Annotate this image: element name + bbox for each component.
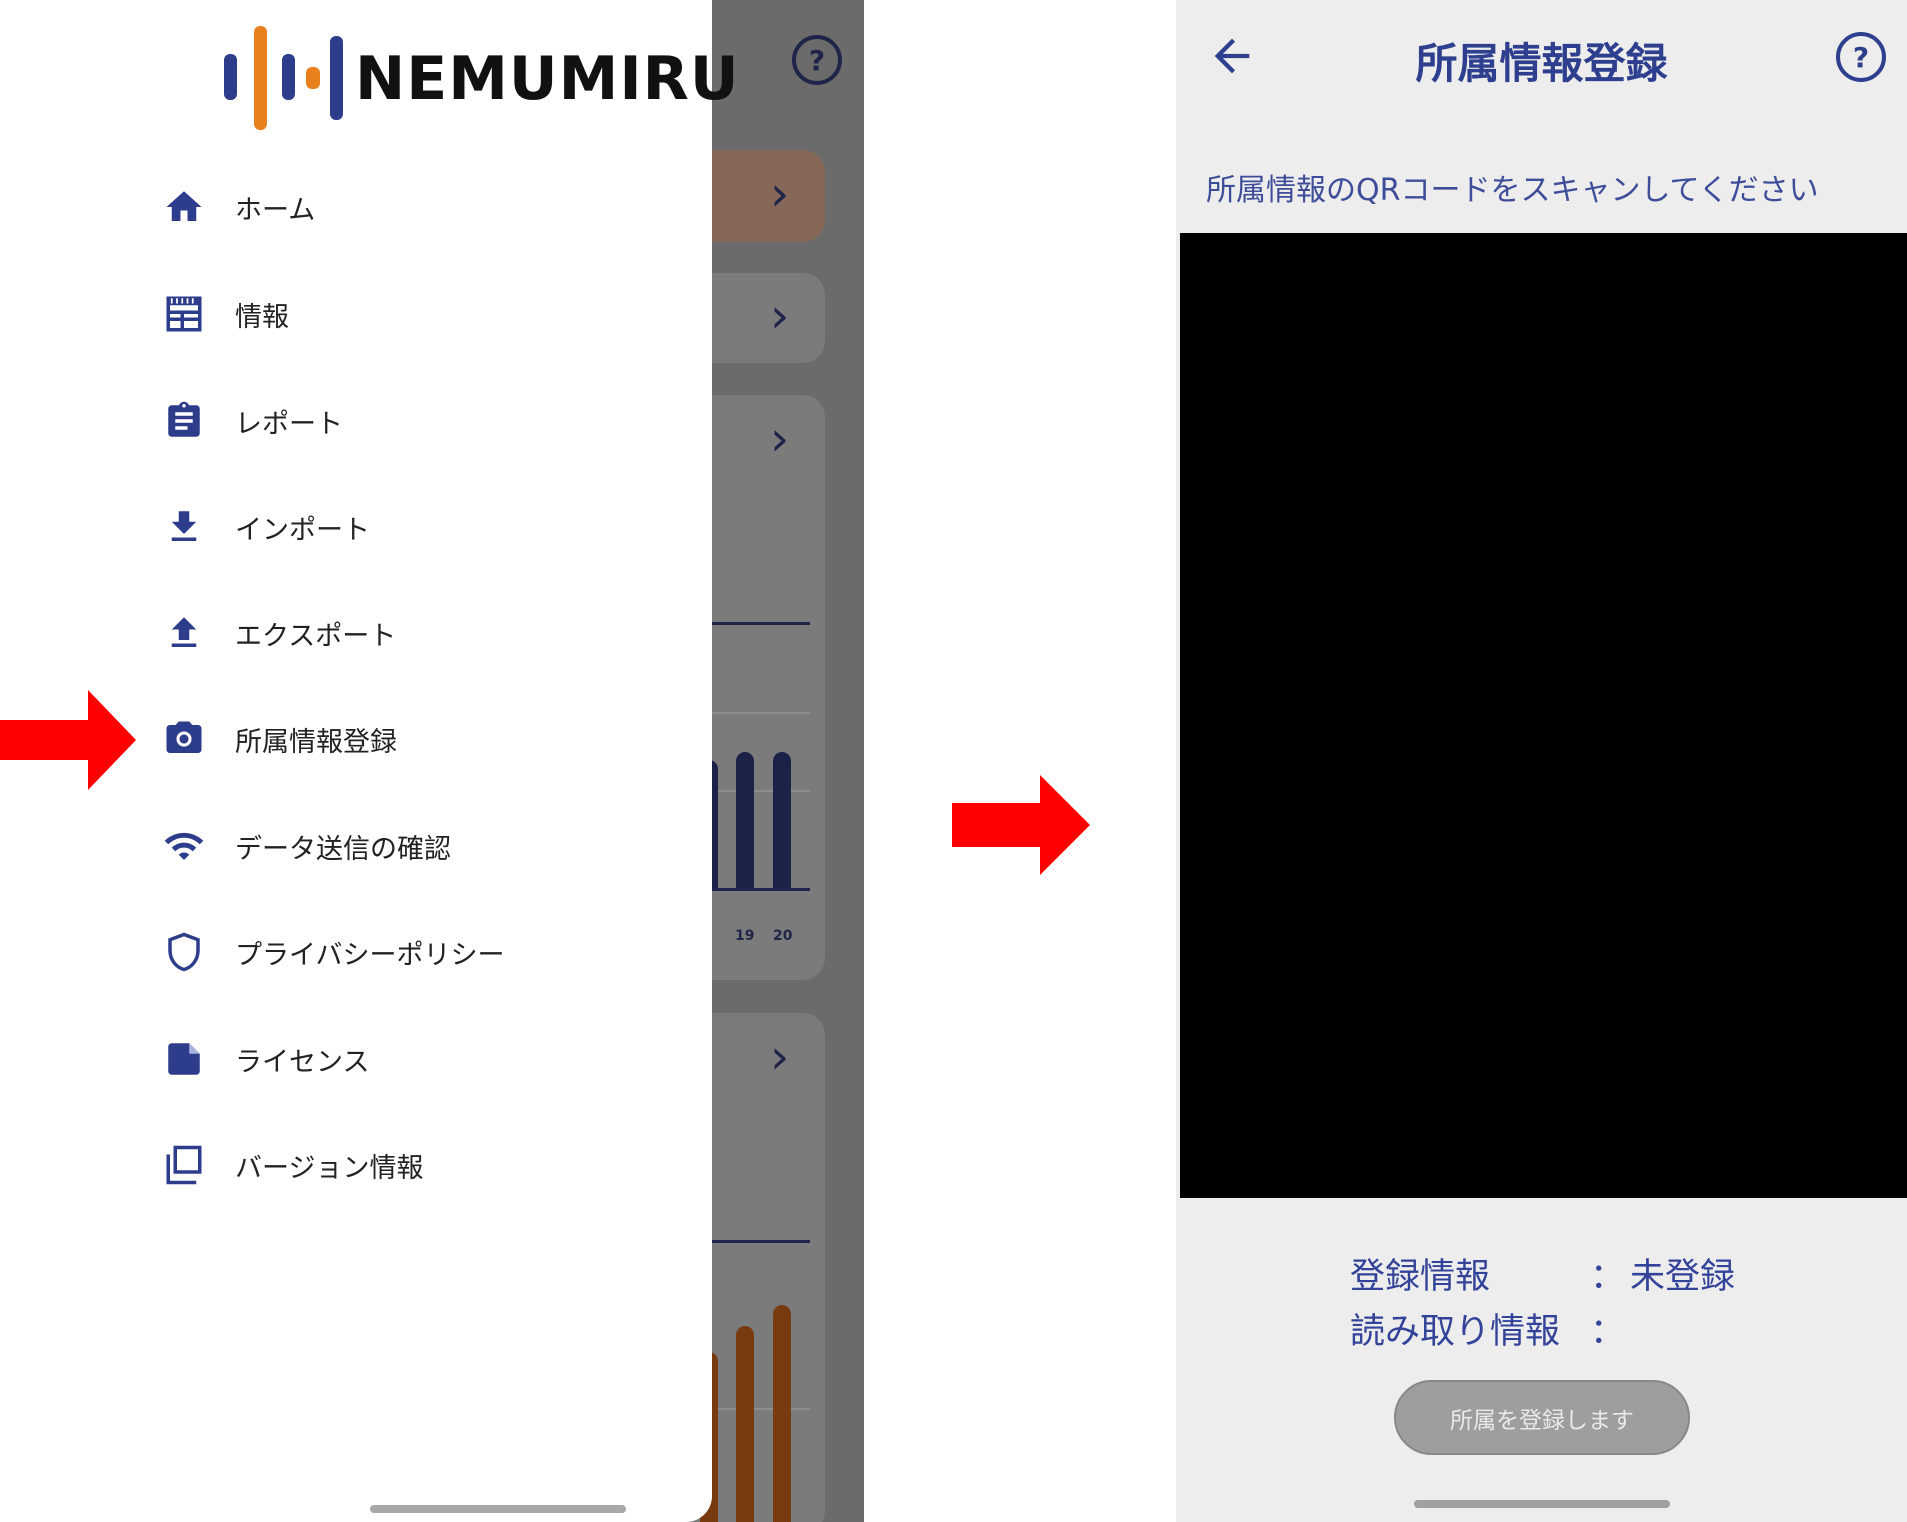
download-icon [163, 506, 205, 548]
menu-item-label: インポート [235, 514, 370, 546]
menu-item-affiliation-registration[interactable]: 所属情報登録 [163, 704, 683, 774]
clipboard-icon [163, 400, 205, 442]
menu-item-label: プライバシーポリシー [235, 939, 505, 971]
chart-tick-label: 20 [773, 928, 793, 944]
menu-item-privacy-policy[interactable]: プライバシーポリシー [163, 917, 683, 987]
home-indicator [1414, 1500, 1670, 1508]
menu-item-label: バージョン情報 [235, 1152, 424, 1184]
wifi-icon [163, 825, 205, 867]
chevron-right-icon: › [770, 1029, 790, 1085]
chevron-right-icon: › [770, 288, 790, 344]
right-phone-screen: 所属情報登録 ? 所属情報のQRコードをスキャンしてください 登録情報：未登録 … [1176, 0, 1907, 1522]
svg-text:?: ? [809, 44, 825, 77]
left-phone-screen: ? › › › 19 20 › NEMUMIRU ホーム 情報 レポート インポ… [0, 0, 864, 1522]
chart-bar [773, 752, 791, 890]
help-icon-background: ? [792, 35, 842, 85]
chart-axis-line [700, 1240, 810, 1243]
register-affiliation-button[interactable]: 所属を登録します [1394, 1380, 1690, 1455]
menu-item-import[interactable]: インポート [163, 492, 683, 562]
red-arrow-right-icon [952, 775, 1090, 875]
logo-mark-bar [254, 26, 267, 130]
menu-item-info[interactable]: 情報 [163, 279, 683, 349]
newspaper-icon [163, 293, 205, 335]
qr-camera-preview[interactable] [1180, 233, 1907, 1198]
upload-icon [163, 612, 205, 654]
menu-item-label: レポート [235, 408, 343, 440]
home-icon [163, 186, 205, 228]
camera-icon [163, 718, 205, 760]
logo-text: NEMUMIRU [355, 44, 740, 114]
chevron-right-icon: › [770, 411, 790, 467]
red-arrow-right-icon [0, 690, 136, 790]
copy-icon [163, 1144, 205, 1186]
document-icon [163, 1038, 205, 1080]
menu-item-export[interactable]: エクスポート [163, 598, 683, 668]
menu-item-license[interactable]: ライセンス [163, 1024, 683, 1094]
logo-mark-bar [330, 36, 343, 120]
logo-mark-bar [224, 54, 237, 100]
chevron-right-icon: › [770, 166, 790, 222]
scan-instruction: 所属情報のQRコードをスキャンしてください [1206, 173, 1819, 208]
menu-item-label: ホーム [235, 194, 316, 226]
chart-axis-line [700, 622, 810, 625]
separator: ： [1590, 1312, 1626, 1352]
chart-bar [773, 1305, 791, 1522]
logo-mark-bar [306, 67, 320, 89]
shield-icon [163, 931, 205, 973]
chart-axis-line [700, 888, 810, 891]
chart-grid-line [700, 712, 810, 714]
svg-text:?: ? [1853, 41, 1869, 74]
menu-item-report[interactable]: レポート [163, 386, 683, 456]
page-title: 所属情報登録 [1415, 39, 1668, 88]
chart-bar [736, 752, 754, 890]
menu-item-label: 所属情報登録 [235, 726, 397, 758]
read-info-label: 読み取り情報 [1350, 1312, 1561, 1352]
menu-item-label: データ送信の確認 [235, 833, 451, 865]
menu-item-label: ライセンス [235, 1046, 370, 1078]
menu-item-version-info[interactable]: バージョン情報 [163, 1130, 683, 1200]
registration-info-row: 登録情報 ：未登録 [1350, 1248, 1735, 1299]
registration-info-label: 登録情報 [1350, 1257, 1491, 1297]
menu-item-label: 情報 [235, 301, 289, 333]
read-info-row: 読み取り情報 ： [1350, 1303, 1630, 1354]
separator: ： [1590, 1257, 1626, 1297]
chart-tick-label: 19 [735, 928, 755, 944]
menu-item-data-transmission[interactable]: データ送信の確認 [163, 811, 683, 881]
home-indicator [370, 1505, 626, 1513]
chart-bar [736, 1326, 754, 1522]
menu-item-label: エクスポート [235, 620, 397, 652]
registration-info-value: 未登録 [1630, 1257, 1736, 1297]
help-icon[interactable]: ? [1834, 30, 1888, 84]
menu-item-home[interactable]: ホーム [163, 172, 683, 242]
logo-mark-bar [282, 54, 295, 100]
